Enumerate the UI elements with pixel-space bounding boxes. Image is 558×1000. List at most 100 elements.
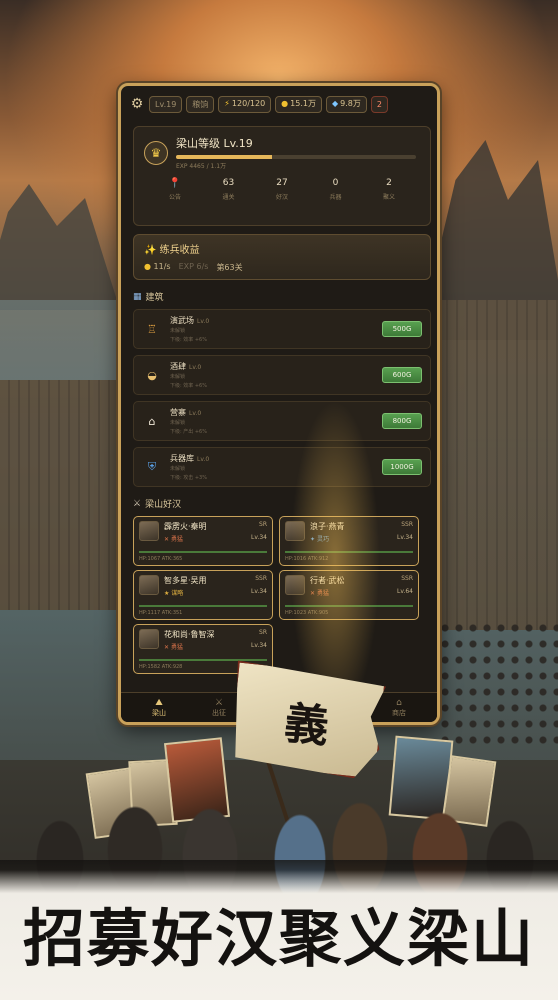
building-status: 未解锁 [170, 373, 186, 380]
hero-rarity: SSR [401, 521, 413, 528]
building-bonus: 下级: 效率 +6% [170, 382, 207, 389]
heroes-header: ⚔ 梁山好汉 [133, 497, 437, 511]
coin-icon: ● [281, 99, 289, 108]
coin-icon: ● [144, 262, 154, 271]
exp-progress-bar [176, 155, 416, 159]
sword-icon: ✕ [310, 590, 317, 597]
hero-trait: 谋略 [171, 590, 184, 597]
upgrade-button[interactable]: 1000G [382, 459, 422, 475]
current-stage: 第63关 [216, 263, 243, 272]
crown-icon: ♛ [144, 140, 168, 165]
hero-portrait [139, 521, 159, 541]
energy-pill[interactable]: ⚡ 120/120 [218, 95, 272, 113]
hero-trait: 勇猛 [316, 590, 329, 597]
hero-rarity: SSR [255, 575, 267, 582]
house-icon: ⌂ [148, 414, 156, 428]
hero-portrait [285, 521, 305, 541]
hero-level: Lv.34 [251, 588, 267, 595]
hero-portrait [139, 575, 159, 595]
section-title: 建筑 [145, 293, 164, 303]
sword-icon: ⚔ [214, 697, 224, 708]
hero-trait: 勇猛 [170, 644, 183, 651]
stat-label: 聚义 [382, 194, 395, 201]
nav-item-shop[interactable]: ⌂ 商店 [379, 698, 419, 718]
level-pill[interactable]: Lv.19 [149, 95, 183, 113]
building-bonus: 下级: 产出 +6% [170, 428, 207, 435]
camp-level-title: 梁山等级 Lv.19 [176, 137, 253, 150]
hero-level: Lv.34 [251, 642, 267, 649]
stat-weapons: 0 兵器 [311, 178, 361, 201]
stat-value: 27 [276, 178, 288, 188]
badge-count: 2 [376, 99, 382, 109]
building-status: 未解锁 [170, 465, 186, 472]
nav-label: 商店 [392, 708, 406, 717]
hero-hp-bar [285, 605, 413, 607]
sword-icon: ✕ [164, 536, 171, 543]
building-name: 演武场 [170, 315, 194, 325]
pin-icon: 📍 [168, 178, 182, 189]
notification-badge[interactable]: 2 [370, 95, 388, 113]
slogan-text: 招募好汉聚义梁山 [22, 902, 535, 975]
training-income-card[interactable]: ✨ 练兵收益 ● 11/s EXP 6/s 第63关 [133, 234, 431, 280]
building-level: Lv.0 [189, 409, 202, 417]
gold-rate: 11/s [153, 262, 171, 271]
mountain-icon: ⛰ [155, 697, 163, 708]
building-bonus: 下级: 效率 +6% [170, 336, 207, 343]
stat-cleared: 63 通关 [204, 178, 254, 201]
building-row: ◒ 酒肆 Lv.0 未解锁 下级: 效率 +6% 600G [133, 355, 431, 395]
building-status: 未解锁 [170, 327, 186, 334]
hero-hp-bar [139, 551, 267, 553]
troops-formation [438, 620, 558, 750]
hero-name: 行者·武松 [310, 576, 345, 585]
upgrade-button[interactable]: 600G [382, 367, 422, 383]
hero-card[interactable]: 智多星·吴用 SSR ★ 谋略 Lv.34 HP:1117 ATK:351 [133, 570, 273, 620]
stat-heroes: 27 好汉 [257, 178, 307, 201]
building-status: 未解锁 [170, 419, 186, 426]
building-row: ⌂ 营寨 Lv.0 未解锁 下级: 产出 +6% 800G [133, 401, 431, 441]
building-icon: ▦ [133, 291, 142, 302]
nav-label: 出征 [212, 708, 226, 717]
gold-pill[interactable]: ● 15.1万 [275, 95, 322, 113]
building-row: ♖ 演武场 Lv.0 未解锁 下级: 效率 +6% 500G [133, 309, 431, 349]
bolt-icon: ⚡ [224, 99, 230, 108]
buildings-header: ▦ 建筑 [133, 290, 437, 304]
stat-label: 公告 [168, 194, 181, 201]
hero-stats: HP:1117 ATK:351 [139, 610, 183, 616]
hero-name: 智多星·吴用 [164, 576, 207, 585]
game-screen: ⚙ Lv.19 粮饷 ⚡ 120/120 ● 15.1万 ◆ 9.8万 2 ♛ 梁山等… [118, 83, 440, 725]
nav-item-liangshan[interactable]: ⛰ 梁山 [139, 698, 179, 718]
stat-label: 好汉 [275, 194, 288, 201]
banner-character: 義 [281, 697, 332, 753]
building-bonus: 下级: 攻击 +3% [170, 474, 207, 481]
hero-name: 花和尚·鲁智深 [164, 630, 215, 639]
hero-name: 浪子·燕青 [310, 522, 345, 531]
building-name: 兵器库 [170, 453, 194, 463]
upgrade-button[interactable]: 800G [382, 413, 422, 429]
hero-stats: HP:1582 ATK:928 [139, 664, 183, 670]
building-level: Lv.0 [189, 363, 202, 371]
dock-right [438, 300, 558, 630]
trophy-icon: ♖ [147, 322, 157, 336]
gem-icon: ◆ [331, 99, 339, 108]
hero-portrait [139, 629, 159, 649]
hero-card[interactable]: 霹雳火·秦明 SR ✕ 勇猛 Lv.34 HP:1067 ATK:365 [133, 516, 273, 566]
gear-icon[interactable]: ⚙ [129, 96, 145, 112]
stat-label: 通关 [222, 194, 235, 201]
stat-label: 兵器 [329, 194, 342, 201]
gem-pill[interactable]: ◆ 9.8万 [325, 95, 367, 113]
supplies-pill[interactable]: 粮饷 [186, 95, 215, 113]
hero-card[interactable]: 浪子·燕青 SSR ✦ 灵巧 Lv.34 HP:1016 ATK:912 [279, 516, 419, 566]
hero-card[interactable]: 行者·武松 SSR ✕ 勇猛 Lv.64 HP:1023 ATK:905 [279, 570, 419, 620]
dock-left [0, 380, 120, 610]
resource-bar: ⚙ Lv.19 粮饷 ⚡ 120/120 ● 15.1万 ◆ 9.8万 2 [121, 86, 437, 120]
hero-level: Lv.34 [251, 534, 267, 541]
feather-icon: ✦ [310, 536, 317, 543]
upgrade-button[interactable]: 500G [382, 321, 422, 337]
hero-name: 霹雳火·秦明 [164, 522, 207, 531]
nav-item-expedition[interactable]: ⚔ 出征 [199, 698, 239, 718]
stat-announcement[interactable]: 📍 公告 [150, 178, 200, 201]
sparkle-icon: ✨ [144, 245, 160, 256]
status-card: ♛ 梁山等级 Lv.19 EXP 4465 / 1.1万 📍 公告 63 通关 27… [133, 126, 431, 226]
crossed-swords-icon: ⚔ [133, 498, 142, 509]
section-title: 梁山好汉 [145, 500, 182, 510]
